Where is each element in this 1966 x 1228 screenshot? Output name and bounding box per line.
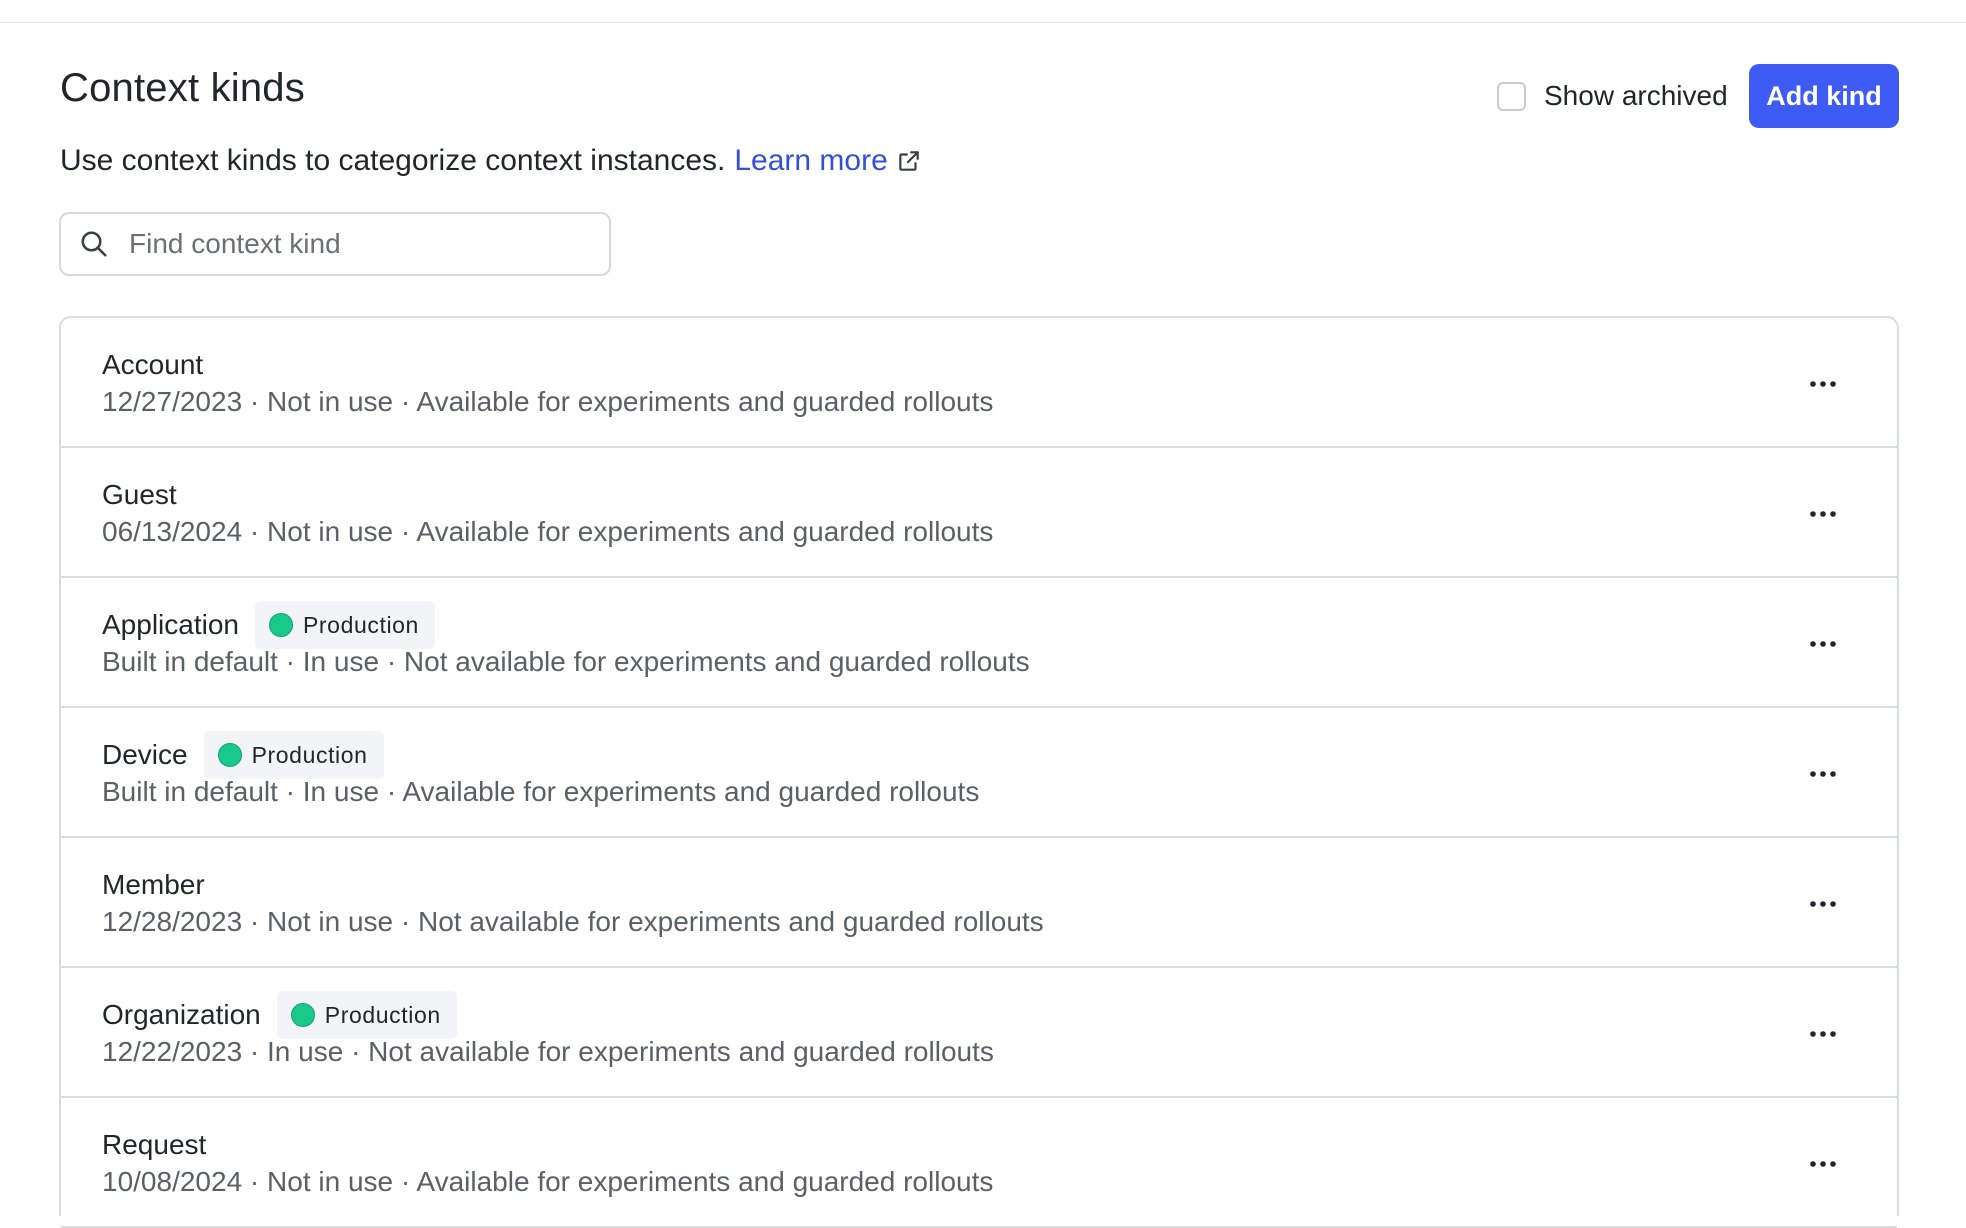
more-horizontal-icon xyxy=(1810,901,1836,907)
page-title: Context kinds xyxy=(60,66,305,110)
more-options-button[interactable] xyxy=(1801,1146,1845,1182)
list-item[interactable]: Guest 06/13/2024 · Not in use · Availabl… xyxy=(61,448,1897,578)
list-item[interactable]: Device Production Built in default · In … xyxy=(61,708,1897,838)
kind-header: Organization Production xyxy=(102,991,457,1039)
more-options-button[interactable] xyxy=(1801,366,1845,402)
more-options-button[interactable] xyxy=(1801,1016,1845,1052)
kind-name: Account xyxy=(102,349,204,380)
kind-name: Application xyxy=(102,609,239,640)
context-kinds-page: Context kinds Use context kinds to categ… xyxy=(0,0,1966,1228)
status-dot-icon xyxy=(268,613,293,637)
more-horizontal-icon xyxy=(1810,381,1836,387)
context-kinds-list: Account 12/27/2023 · Not in use · Availa… xyxy=(59,316,1899,1228)
environment-badge: Production xyxy=(276,991,457,1039)
more-horizontal-icon xyxy=(1810,771,1836,777)
more-options-button[interactable] xyxy=(1801,496,1845,532)
environment-badge: Production xyxy=(203,731,384,779)
more-horizontal-icon xyxy=(1810,641,1836,647)
list-item[interactable]: Account 12/27/2023 · Not in use · Availa… xyxy=(61,318,1897,448)
kind-meta: 12/27/2023 · Not in use · Available for … xyxy=(102,386,994,417)
status-dot-icon xyxy=(290,1003,315,1027)
search-box[interactable] xyxy=(59,212,611,276)
list-item[interactable]: Organization Production 12/22/2023 · In … xyxy=(61,968,1897,1098)
learn-more-link[interactable]: Learn more xyxy=(734,144,921,178)
kind-header: Member xyxy=(102,862,205,908)
more-horizontal-icon xyxy=(1810,511,1836,517)
list-item[interactable]: Application Production Built in default … xyxy=(61,578,1897,708)
kind-header: Device Production xyxy=(102,731,384,779)
environment-badge-label: Production xyxy=(302,611,419,638)
kind-header: Application Production xyxy=(102,601,435,649)
more-options-button[interactable] xyxy=(1801,886,1845,922)
kind-header: Account xyxy=(102,342,203,388)
description-text: Use context kinds to categorize context … xyxy=(60,144,726,177)
list-item[interactable]: Member 12/28/2023 · Not in use · Not ava… xyxy=(61,838,1897,968)
kind-name: Device xyxy=(102,739,188,770)
environment-badge-label: Production xyxy=(324,1001,441,1028)
external-link-icon xyxy=(899,151,919,171)
search-input[interactable] xyxy=(127,227,609,261)
kind-meta: 12/28/2023 · Not in use · Not available … xyxy=(102,906,1044,937)
kind-name: Member xyxy=(102,869,205,900)
page-description: Use context kinds to categorize context … xyxy=(60,144,922,178)
add-kind-button[interactable]: Add kind xyxy=(1749,64,1899,128)
kind-header: Guest xyxy=(102,472,177,518)
more-options-button[interactable] xyxy=(1801,626,1845,662)
kind-name: Guest xyxy=(102,479,177,510)
status-dot-icon xyxy=(217,743,242,767)
more-horizontal-icon xyxy=(1810,1161,1836,1167)
search-icon xyxy=(81,231,107,257)
kind-header: Request xyxy=(102,1122,206,1168)
show-archived-toggle[interactable]: Show archived xyxy=(1497,80,1728,112)
more-options-button[interactable] xyxy=(1801,756,1845,792)
kind-name: Request xyxy=(102,1129,207,1160)
kind-meta: Built in default · In use · Available fo… xyxy=(102,776,980,807)
kind-name: Organization xyxy=(102,999,261,1030)
show-archived-checkbox[interactable] xyxy=(1497,81,1526,111)
show-archived-label: Show archived xyxy=(1544,80,1728,111)
kind-meta: Built in default · In use · Not availabl… xyxy=(102,646,1030,677)
list-item[interactable]: Request 10/08/2024 · Not in use · Availa… xyxy=(61,1098,1897,1228)
more-horizontal-icon xyxy=(1810,1031,1836,1037)
top-divider xyxy=(0,22,1966,23)
kind-meta: 12/22/2023 · In use · Not available for … xyxy=(102,1036,994,1067)
environment-badge-label: Production xyxy=(251,741,368,768)
kind-meta: 10/08/2024 · Not in use · Available for … xyxy=(102,1166,994,1197)
environment-badge: Production xyxy=(254,601,435,649)
kind-meta: 06/13/2024 · Not in use · Available for … xyxy=(102,516,994,547)
learn-more-label: Learn more xyxy=(734,144,888,177)
